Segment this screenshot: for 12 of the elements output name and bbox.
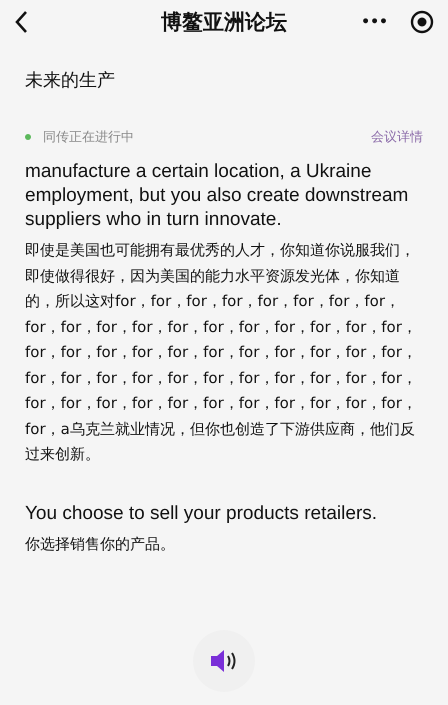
session-title: 未来的生产: [25, 69, 116, 92]
more-button[interactable]: •••: [361, 14, 388, 30]
status-dot: [25, 134, 31, 140]
back-icon[interactable]: [14, 10, 28, 34]
english-caption: You choose to sell your products retailers.: [25, 502, 378, 526]
chinese-caption: 你选择销售你的产品。: [25, 534, 176, 554]
page-title: 博鳌亚洲论坛: [161, 9, 287, 36]
target-icon[interactable]: [410, 10, 434, 34]
details-link[interactable]: 会议详情: [371, 128, 423, 146]
chinese-caption: 即使是美国也可能拥有最优秀的人才，你知道你说服我们，即使做得很好，因为美国的能力水平资源发光体，你知道的，所以这对for，for，for，for，for，for，for，for，for，for，for，for，for，for，for，for，for，for，for，for，for，for，for，for，for，for，for，for，for，for，for，for，for，for，for，for，for，for，for，for，for，for，for，for，for，for，for，for，for，for，for，for，for，a乌克兰就业情况，但你也创造了下游供应商，他们反过来创新。: [25, 240, 418, 465]
status-text: 同传正在进行中: [43, 129, 134, 146]
english-caption: manufacture a certain location, a Ukraine employment, but you also create downstream suppliers who in turn innovate.: [25, 160, 410, 232]
